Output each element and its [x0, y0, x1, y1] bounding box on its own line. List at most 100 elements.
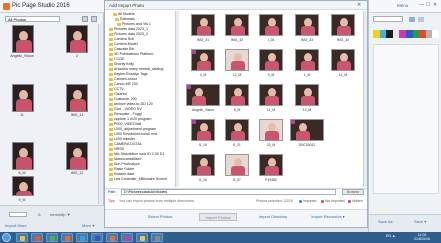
- photo-thumb[interactable]: [12, 176, 34, 196]
- import-photo-thumb[interactable]: [191, 154, 215, 176]
- browse-button[interactable]: Browse: [342, 189, 364, 195]
- photo-thumb[interactable]: [66, 25, 88, 53]
- import-photo-thumb[interactable]: [295, 84, 319, 106]
- color-swatch[interactable]: [425, 30, 433, 38]
- import-photo-thumb[interactable]: [225, 14, 249, 36]
- tree-folder-item[interactable]: Cascade Bin: [109, 47, 134, 51]
- photo-thumb[interactable]: [12, 84, 34, 112]
- tree-folder-item[interactable]: Shortly Kelly: [109, 62, 134, 66]
- save-as-link[interactable]: Save As: [378, 219, 393, 224]
- tray-indicator[interactable]: EN ▲: [386, 234, 396, 238]
- tree-folder-item[interactable]: Kodack data: [109, 172, 134, 176]
- save-link[interactable]: Save ▾: [414, 219, 426, 224]
- import-photo-thumb[interactable]: [331, 14, 355, 36]
- taskbar-app-picpage[interactable]: [106, 233, 118, 242]
- color-swatch[interactable]: [392, 30, 400, 38]
- tree-folder-item[interactable]: Mix Dissolution runs ID 2.00 D1: [109, 152, 164, 156]
- selected-check-icon[interactable]: [291, 120, 295, 124]
- text-tool-icon[interactable]: [409, 17, 415, 22]
- left-scrollbar[interactable]: [98, 24, 103, 204]
- select-photos-button[interactable]: Select Photos: [141, 213, 179, 221]
- maximize-icon[interactable]: ☐: [426, 2, 430, 8]
- tree-folder-item[interactable]: capture 1.0/20 program: [109, 117, 151, 121]
- tree-folder-item[interactable]: CCTV: [109, 87, 124, 91]
- photo-thumb[interactable]: [66, 142, 88, 170]
- tree-folder-item[interactable]: Maroccanskillset: [109, 157, 141, 161]
- tree-folder-item[interactable]: Lea Controller_Millionaire Screen: [109, 177, 167, 181]
- tree-folder-item[interactable]: Cloe - VIDEO DV: [109, 107, 142, 111]
- start-button[interactable]: [2, 233, 11, 242]
- tree-folder-item[interactable]: Cleared: [109, 92, 127, 96]
- import-photo-thumb[interactable]: [191, 14, 215, 36]
- selected-check-icon[interactable]: [192, 50, 196, 54]
- color-swatch[interactable]: [405, 30, 413, 38]
- taskbar-app-explorer[interactable]: [16, 233, 28, 242]
- aspect-select[interactable]: mmm/8p ▼: [50, 212, 71, 217]
- text-field[interactable]: [373, 16, 403, 22]
- taskbar-app-media[interactable]: [31, 233, 43, 242]
- import-photo-thumb[interactable]: [295, 49, 319, 71]
- import-photo-thumb[interactable]: [191, 49, 215, 71]
- color-swatch[interactable]: [419, 30, 426, 38]
- color-swatch[interactable]: [373, 30, 380, 38]
- photo-thumb[interactable]: [12, 25, 34, 53]
- color-swatch[interactable]: [399, 30, 406, 38]
- import-photo-thumb[interactable]: [290, 119, 324, 141]
- tree-folder-item[interactable]: Kaylee-Rosalyn Tags: [109, 72, 148, 76]
- tree-folder-item[interactable]: Renovate - Foggi: [109, 112, 142, 116]
- import-photo-thumb[interactable]: [259, 154, 283, 176]
- tree-folder-item[interactable]: Raise Folder: [109, 167, 134, 171]
- tree-folder-item[interactable]: Pictures and Vis 1: [117, 22, 151, 26]
- import-photo-thumb[interactable]: [191, 119, 215, 141]
- window-close-icon[interactable]: ✕: [433, 2, 437, 8]
- color-swatch[interactable]: [379, 30, 387, 38]
- import-photo-thumb[interactable]: [186, 84, 220, 106]
- import-photo-thumb[interactable]: [259, 14, 283, 36]
- tree-folder-item[interactable]: Pictures data 2023_2: [109, 32, 148, 36]
- tree-folder-item[interactable]: 3D Publications Platform: [109, 52, 153, 56]
- tree-folder-item[interactable]: Camera Roll: [109, 37, 134, 41]
- tree-folder-item[interactable]: CCGE: [109, 57, 124, 61]
- tree-folder-item[interactable]: Pictures data 2023_1: [109, 27, 148, 31]
- tree-folder-item[interactable]: NRSD: [109, 147, 124, 151]
- tree-folder-item[interactable]: Sun ProAnalyze: [109, 162, 140, 166]
- taskbar-app-folder[interactable]: [136, 233, 148, 242]
- import-more-link[interactable]: Import More: [5, 223, 27, 228]
- taskbar-app-firefox[interactable]: [61, 233, 73, 242]
- selected-check-icon[interactable]: [192, 120, 196, 124]
- import-photo-thumb[interactable]: [259, 49, 283, 71]
- minimize-icon[interactable]: —: [419, 2, 424, 8]
- photo-thumb[interactable]: [12, 142, 34, 170]
- tree-scrollbar[interactable]: [175, 11, 179, 187]
- color-swatch[interactable]: [386, 30, 393, 38]
- import-photo-thumb[interactable]: [225, 119, 249, 141]
- import-photo-thumb[interactable]: [259, 119, 283, 141]
- tree-folder-item[interactable]: L000 Revolution-runs0.mid: [109, 132, 157, 136]
- close-icon[interactable]: ✕: [357, 2, 361, 8]
- tree-folder-item[interactable]: Canon MF 230: [109, 82, 138, 86]
- taskbar-app-calc[interactable]: [151, 233, 163, 242]
- taskbar-app-skype[interactable]: [76, 233, 88, 242]
- tree-folder-item[interactable]: Customer 200: [109, 97, 137, 101]
- more-menu-link[interactable]: More ▾: [82, 223, 94, 228]
- photo-thumb[interactable]: [66, 84, 88, 112]
- import-photos-button[interactable]: Import Photos: [199, 213, 237, 221]
- import-recursive-button[interactable]: Import Recursive ▾: [305, 213, 351, 221]
- import-photo-thumb[interactable]: [225, 84, 249, 106]
- tree-folder-item[interactable]: L000_adjustment program: [109, 127, 156, 131]
- menu-link[interactable]: Menu: [397, 3, 408, 8]
- taskbar-app-chrome[interactable]: [46, 233, 58, 242]
- canvas-preview[interactable]: [373, 44, 439, 194]
- tree-folder-item[interactable]: archive video-to-DD 120: [109, 102, 153, 106]
- import-photo-thumb[interactable]: [225, 154, 249, 176]
- list-view-icon[interactable]: [91, 16, 97, 22]
- color-swatch[interactable]: [412, 30, 420, 38]
- clock[interactable]: 11:05 21/8/2016: [414, 233, 430, 241]
- selected-check-icon[interactable]: [187, 85, 191, 89]
- tree-folder-item[interactable]: P000_VIDEO4all: [109, 122, 141, 126]
- tree-folder-item[interactable]: CAMERA DGTAL: [109, 142, 142, 146]
- import-photo-thumb[interactable]: [295, 14, 319, 36]
- tree-folder-item[interactable]: All Models: [113, 12, 135, 16]
- zoom-slider[interactable]: [9, 212, 27, 217]
- tree-folder-item[interactable]: Editorials: [115, 17, 135, 21]
